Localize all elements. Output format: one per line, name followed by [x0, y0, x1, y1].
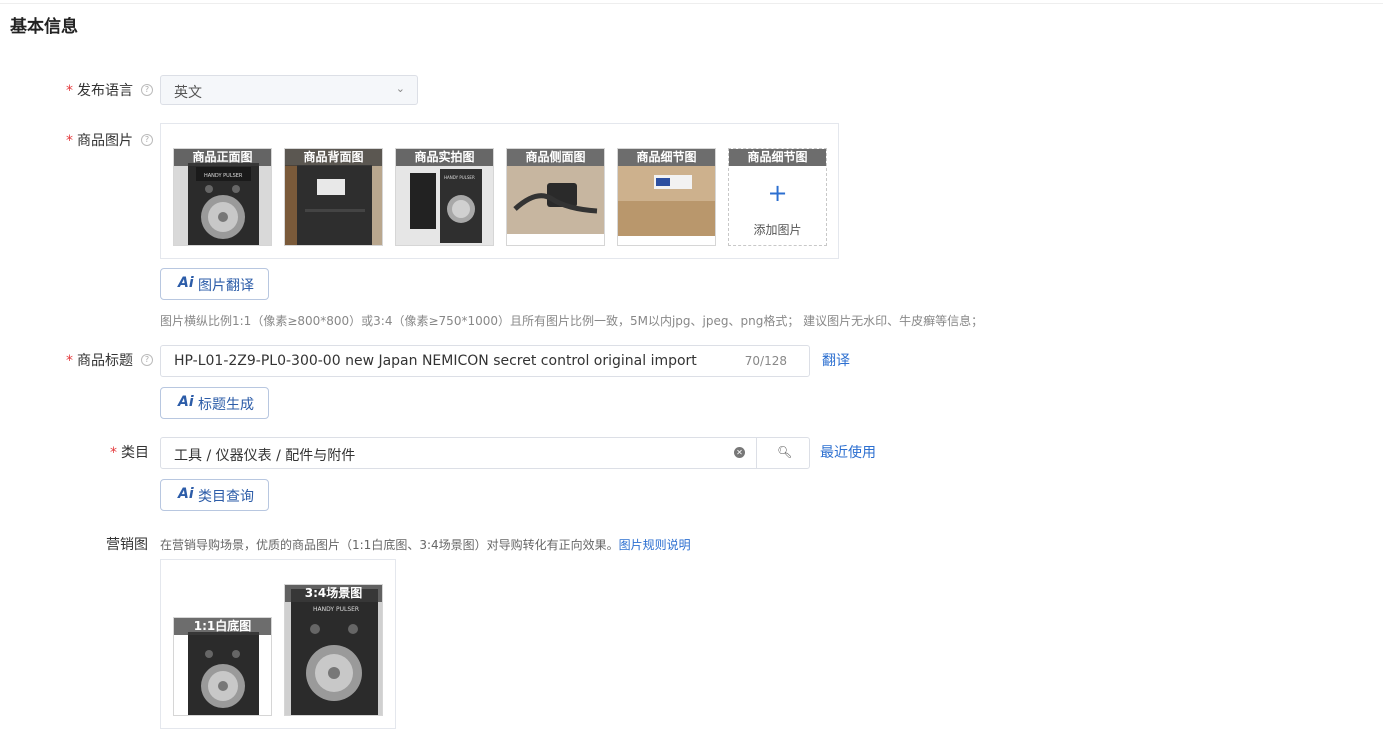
- chevron-down-icon: ⌄: [395, 82, 405, 95]
- plus-icon: +: [767, 179, 788, 207]
- help-circle-icon[interactable]: ?: [141, 84, 153, 96]
- category-label: * 类目: [110, 445, 149, 461]
- category-query-button[interactable]: Ai 类目查询: [160, 479, 269, 511]
- category-input[interactable]: 工具 / 仪器仪表 / 配件与附件: [160, 437, 757, 469]
- image-rules-link[interactable]: 图片规则说明: [619, 538, 691, 552]
- title-label: * 商品标题: [66, 353, 133, 369]
- title-generate-button[interactable]: Ai 标题生成: [160, 387, 269, 419]
- slot-caption: 1:1白底图: [174, 618, 271, 635]
- image-slot-side[interactable]: 商品侧面图: [506, 148, 605, 246]
- image-slot-detail[interactable]: 商品细节图: [617, 148, 716, 246]
- language-select[interactable]: 英文 ⌄: [160, 75, 418, 105]
- photo-brand-text: HANDY PULSER: [444, 175, 475, 180]
- marketing-slot-scene[interactable]: HANDY PULSER 3:4场景图: [284, 584, 383, 716]
- image-slot-real[interactable]: HANDY PULSER 商品实拍图: [395, 148, 494, 246]
- top-divider: [0, 3, 1383, 4]
- ai-icon: Ai: [178, 486, 194, 502]
- search-icon: 🔍︎: [777, 445, 793, 459]
- add-image-button[interactable]: 商品细节图 + 添加图片: [728, 148, 827, 246]
- marketing-slot-white[interactable]: 1:1白底图: [173, 617, 272, 716]
- slot-caption: 商品细节图: [729, 149, 826, 166]
- help-circle-icon[interactable]: ?: [141, 354, 153, 366]
- slot-caption: 商品细节图: [618, 149, 715, 166]
- slot-caption: 商品实拍图: [396, 149, 493, 166]
- marketing-hint: 在营销导购场景，优质的商品图片（1:1白底图、3:4场景图）对导购转化有正向效果…: [160, 538, 691, 552]
- image-slot-back[interactable]: 商品背面图: [284, 148, 383, 246]
- ai-icon: Ai: [178, 275, 194, 291]
- image-hint: 图片横纵比例1:1（像素≥800*800）或3:4（像素≥750*1000）且所…: [160, 314, 984, 328]
- char-counter: 70/128: [744, 354, 787, 368]
- image-slot-front[interactable]: HANDY PULSER 商品正面图: [173, 148, 272, 246]
- clear-icon[interactable]: ✕: [734, 447, 745, 458]
- image-translate-button[interactable]: Ai 图片翻译: [160, 268, 269, 300]
- ai-icon: Ai: [178, 394, 194, 410]
- photo-brand-text: HANDY PULSER: [204, 173, 243, 179]
- images-label: * 商品图片: [66, 133, 133, 149]
- title-input[interactable]: HP-L01-2Z9-PL0-300-00 new Japan NEMICON …: [160, 345, 810, 377]
- translate-link[interactable]: 翻译: [822, 350, 850, 370]
- language-label: * 发布语言: [66, 83, 133, 99]
- marketing-photo-scene: HANDY PULSER: [285, 585, 382, 715]
- recent-used-link[interactable]: 最近使用: [820, 442, 876, 462]
- slot-caption: 商品侧面图: [507, 149, 604, 166]
- add-image-label: 添加图片: [753, 223, 802, 237]
- photo-brand-text: HANDY PULSER: [313, 606, 359, 613]
- category-search-button[interactable]: 🔍︎: [756, 437, 810, 469]
- slot-caption: 商品背面图: [285, 149, 382, 166]
- language-value: 英文: [174, 85, 202, 101]
- slot-caption: 3:4场景图: [285, 585, 382, 602]
- section-title: 基本信息: [10, 17, 78, 37]
- marketing-label: 营销图: [106, 537, 148, 553]
- slot-caption: 商品正面图: [174, 149, 271, 166]
- help-circle-icon[interactable]: ?: [141, 134, 153, 146]
